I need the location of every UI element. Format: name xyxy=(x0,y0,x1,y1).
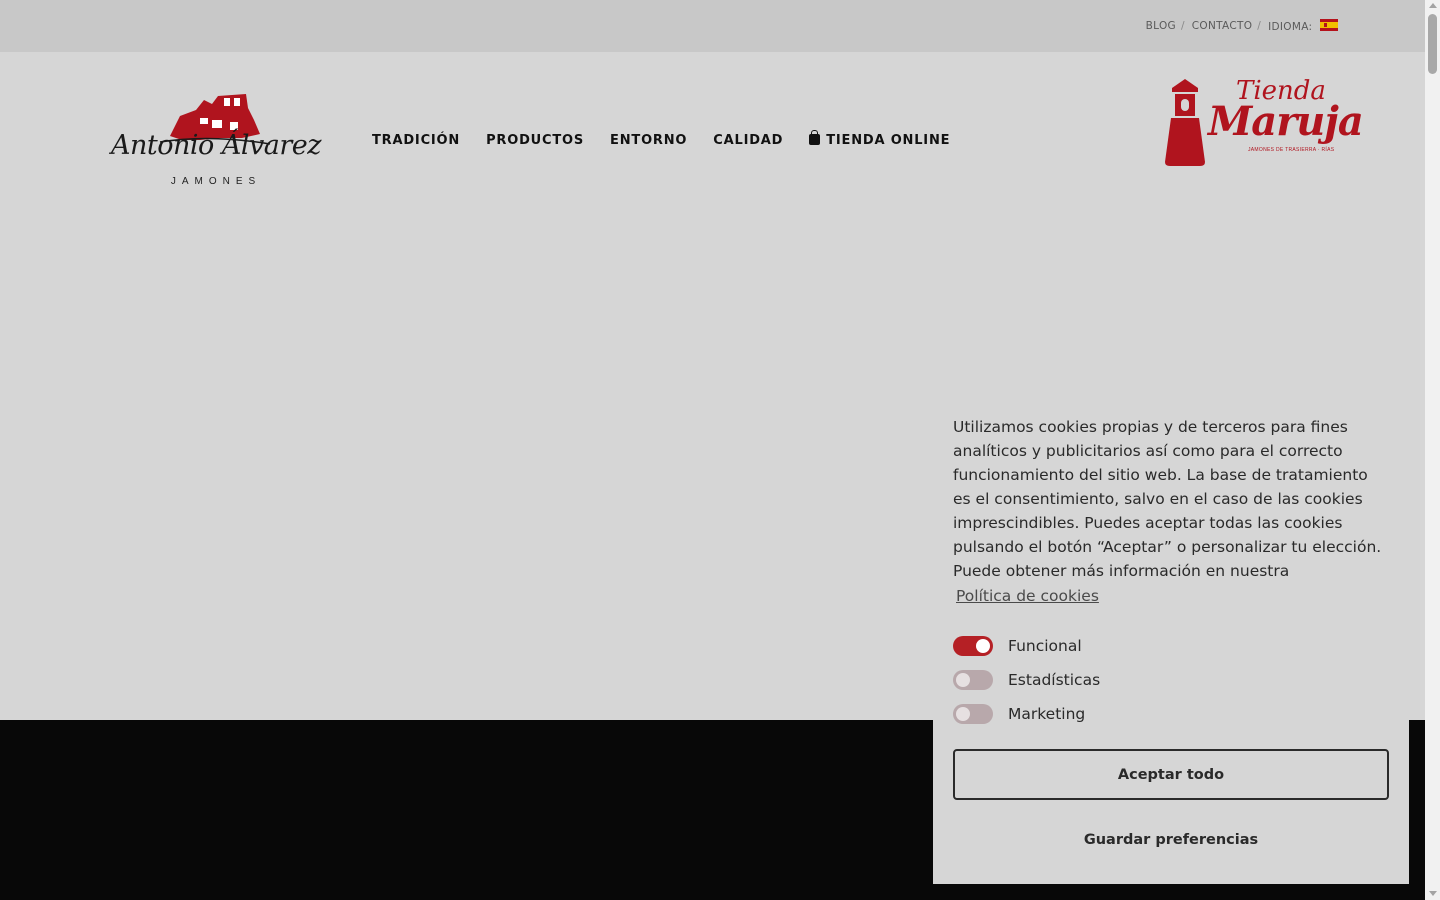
marketing-toggle[interactable] xyxy=(953,704,993,724)
scrollbar[interactable] xyxy=(1425,0,1440,900)
marketing-label: Marketing xyxy=(1008,705,1086,723)
scroll-down-icon[interactable] xyxy=(1429,891,1437,896)
funcional-toggle[interactable] xyxy=(953,636,993,656)
nav-calidad[interactable]: CALIDAD xyxy=(713,133,783,148)
estadisticas-label: Estadísticas xyxy=(1008,671,1101,689)
cookie-policy-link[interactable]: Política de cookies xyxy=(956,587,1389,605)
logo-name: Antonio Álvarez xyxy=(111,130,321,161)
shopping-bag-icon xyxy=(809,130,821,145)
language-selector[interactable]: IDIOMA: xyxy=(1268,19,1338,33)
nav-tradicion[interactable]: TRADICIÓN xyxy=(372,133,460,148)
scroll-thumb[interactable] xyxy=(1428,14,1437,74)
separator: / xyxy=(1180,20,1185,32)
language-label: IDIOMA: xyxy=(1268,21,1313,33)
top-links: BLOG / CONTACTO / IDIOMA: xyxy=(1146,19,1338,33)
cookie-banner: Utilizamos cookies propias y de terceros… xyxy=(933,405,1409,884)
separator: / xyxy=(1257,20,1262,32)
nav-tienda-online-label: TIENDA ONLINE xyxy=(826,133,951,148)
nav-tienda-online[interactable]: TIENDA ONLINE xyxy=(809,130,951,148)
cookie-toggles: Funcional Estadísticas Marketing xyxy=(953,629,1389,731)
contact-link[interactable]: CONTACTO xyxy=(1192,20,1252,32)
accept-all-button[interactable]: Aceptar todo xyxy=(953,749,1389,800)
shop-logo-line2: Maruja xyxy=(1208,98,1364,145)
main-nav: TRADICIÓN PRODUCTOS ENTORNO CALIDAD TIEN… xyxy=(372,130,976,148)
tienda-maruja-logo[interactable]: Tienda Maruja JAMONES DE TRASIERRA · RÍA… xyxy=(1160,76,1364,170)
estadisticas-toggle[interactable] xyxy=(953,670,993,690)
toggle-row-funcional: Funcional xyxy=(953,629,1389,663)
toggle-row-estadisticas: Estadísticas xyxy=(953,663,1389,697)
lighthouse-icon xyxy=(1165,79,1205,166)
toggle-row-marketing: Marketing xyxy=(953,697,1389,731)
logo-subtitle: JAMONES xyxy=(170,176,262,187)
toggle-knob xyxy=(976,639,990,653)
toggle-knob xyxy=(956,673,970,687)
save-preferences-button[interactable]: Guardar preferencias xyxy=(953,815,1389,865)
nav-entorno[interactable]: ENTORNO xyxy=(610,133,687,148)
nav-productos[interactable]: PRODUCTOS xyxy=(486,133,584,148)
blog-link[interactable]: BLOG xyxy=(1146,20,1176,32)
antonio-alvarez-logo[interactable]: Antonio Álvarez JAMONES xyxy=(100,90,332,194)
funcional-label: Funcional xyxy=(1008,637,1082,655)
shop-logo-tagline: JAMONES DE TRASIERRA · RÍAS xyxy=(1248,147,1335,153)
spain-flag-icon[interactable] xyxy=(1320,19,1338,31)
top-bar: BLOG / CONTACTO / IDIOMA: xyxy=(0,0,1425,52)
toggle-knob xyxy=(956,707,970,721)
scroll-up-icon[interactable] xyxy=(1429,3,1437,8)
cookie-text: Utilizamos cookies propias y de terceros… xyxy=(953,418,1382,580)
